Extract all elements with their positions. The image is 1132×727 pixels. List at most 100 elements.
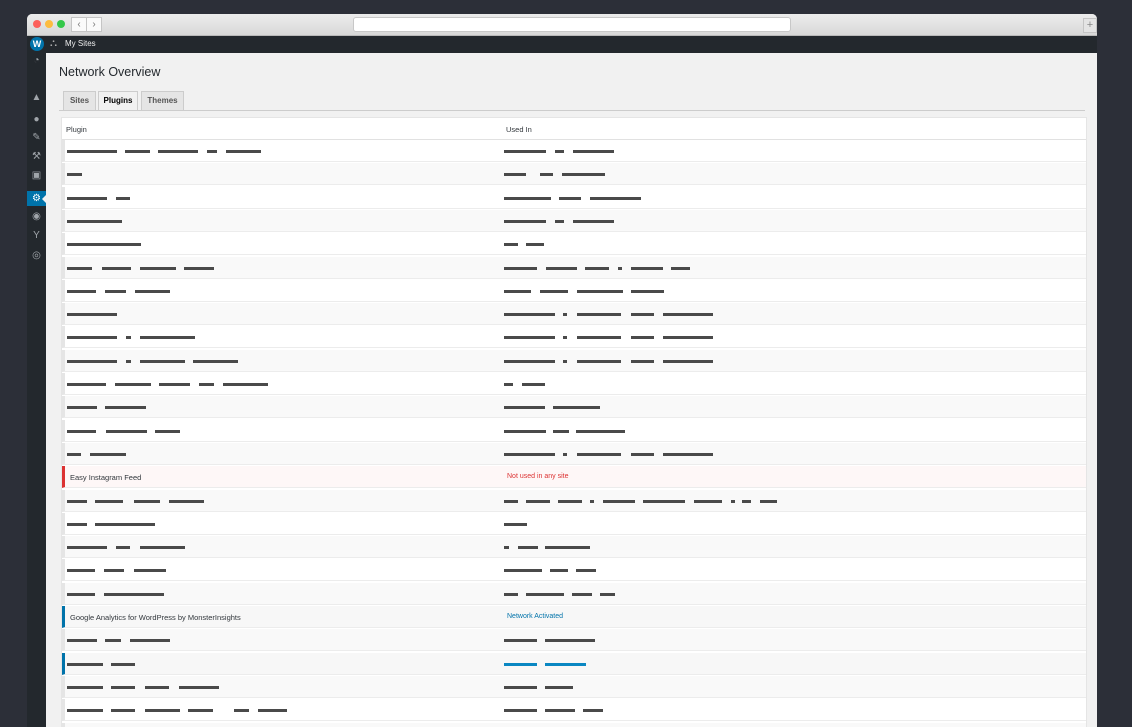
address-bar[interactable] <box>353 17 791 32</box>
table-row[interactable] <box>62 536 1086 558</box>
redacted-site-text[interactable] <box>545 663 586 666</box>
redacted-site-text <box>518 546 538 549</box>
table-row[interactable] <box>62 140 1086 162</box>
table-row[interactable] <box>62 490 1086 512</box>
zoom-window-icon[interactable] <box>57 20 65 28</box>
table-row[interactable] <box>62 443 1086 465</box>
sidebar-item-plugins[interactable]: ⚒ <box>27 149 46 164</box>
redacted-site-text <box>504 173 526 176</box>
redacted-site-text <box>577 336 621 339</box>
close-window-icon[interactable] <box>33 20 41 28</box>
redacted-plugin-text <box>145 686 169 689</box>
tab-plugins[interactable]: Plugins <box>98 91 138 111</box>
redacted-plugin-text <box>67 453 81 456</box>
browser-window: ‹ › + W ⛬ My Sites ◔ ▲ ● ✎ ⚒ ▣ ⚙ ◉ Y ◎ Network Ov… <box>27 14 1097 727</box>
sidebar-item-users[interactable]: ● <box>27 112 46 127</box>
table-row[interactable] <box>62 583 1086 605</box>
table-row[interactable] <box>62 210 1086 232</box>
redacted-site-text <box>631 267 663 270</box>
redacted-plugin-text <box>111 709 135 712</box>
redacted-site-text <box>526 243 544 246</box>
redacted-site-text <box>540 290 568 293</box>
redacted-site-text <box>663 313 713 316</box>
wordpress-logo-icon[interactable]: W <box>30 37 44 51</box>
minimize-window-icon[interactable] <box>45 20 53 28</box>
network-icon[interactable]: ⛬ <box>50 38 57 49</box>
column-header-used-in[interactable]: Used In <box>506 125 532 134</box>
dashboard-icon: ◔ <box>33 55 40 66</box>
redacted-plugin-text <box>179 686 219 689</box>
redacted-site-text <box>526 593 564 596</box>
my-sites-link[interactable]: My Sites <box>65 39 96 48</box>
sidebar-item-dashboard[interactable]: ◔ <box>27 53 46 68</box>
redacted-plugin-text <box>145 709 180 712</box>
redacted-plugin-text <box>67 360 117 363</box>
table-row[interactable] <box>62 350 1086 372</box>
redacted-site-text <box>573 150 614 153</box>
redacted-plugin-text <box>158 150 198 153</box>
redacted-site-text <box>504 336 555 339</box>
used-in-status: Not used in any site <box>507 473 569 480</box>
redacted-site-text <box>631 336 654 339</box>
plugin-name: Google Analytics for WordPress by Monste… <box>70 613 241 622</box>
table-row[interactable] <box>62 396 1086 418</box>
redacted-plugin-text <box>125 150 150 153</box>
sidebar-item-gear[interactable]: ⚙ <box>27 191 46 206</box>
sidebar-item-yoast[interactable]: Y <box>27 228 46 243</box>
redacted-plugin-text <box>67 639 97 642</box>
redacted-plugin-text <box>111 663 135 666</box>
redacted-site-text <box>504 523 527 526</box>
table-row[interactable] <box>62 699 1086 721</box>
redacted-plugin-text <box>223 383 268 386</box>
table-row[interactable] <box>62 629 1086 651</box>
table-row[interactable] <box>62 326 1086 348</box>
table-row[interactable] <box>62 420 1086 442</box>
new-tab-plus-icon[interactable]: + <box>1083 18 1097 33</box>
redacted-site-text <box>504 243 518 246</box>
redacted-site-text[interactable] <box>504 663 537 666</box>
sidebar-item-user-switch[interactable]: ◉ <box>27 209 46 224</box>
redacted-site-text <box>545 639 595 642</box>
redacted-site-text <box>631 360 654 363</box>
table-row[interactable] <box>62 513 1086 535</box>
tab-themes[interactable]: Themes <box>141 91 184 110</box>
redacted-plugin-text <box>115 383 151 386</box>
redacted-plugin-text <box>134 500 160 503</box>
forward-arrow-icon[interactable]: › <box>86 17 102 32</box>
table-row[interactable] <box>62 723 1086 727</box>
sidebar-item-themes[interactable]: ✎ <box>27 130 46 145</box>
back-arrow-icon[interactable]: ‹ <box>71 17 87 32</box>
redacted-plugin-text <box>67 663 103 666</box>
table-row[interactable] <box>62 303 1086 325</box>
redacted-site-text <box>663 360 713 363</box>
table-row[interactable] <box>62 653 1086 675</box>
redacted-plugin-text <box>199 383 214 386</box>
redacted-site-text <box>558 500 582 503</box>
table-row[interactable] <box>62 280 1086 302</box>
table-row[interactable]: Google Analytics for WordPress by Monste… <box>62 606 1086 628</box>
table-row[interactable] <box>62 676 1086 698</box>
redacted-site-text <box>504 593 518 596</box>
redacted-plugin-text <box>105 639 121 642</box>
redacted-plugin-text <box>155 430 180 433</box>
column-header-plugin[interactable]: Plugin <box>66 125 87 134</box>
table-row[interactable] <box>62 373 1086 395</box>
redacted-site-text <box>504 267 537 270</box>
sidebar-item-settings[interactable]: ▣ <box>27 168 46 183</box>
sidebar-item-collapse[interactable]: ◎ <box>27 248 46 263</box>
table-row[interactable] <box>62 257 1086 279</box>
redacted-plugin-text <box>105 406 146 409</box>
redacted-site-text <box>550 569 568 572</box>
redacted-site-text <box>573 220 614 223</box>
sidebar-item-sites[interactable]: ▲ <box>27 90 46 105</box>
table-row[interactable] <box>62 559 1086 581</box>
table-row[interactable]: Easy Instagram Feed Not used in any site <box>62 466 1086 488</box>
table-row[interactable] <box>62 163 1086 185</box>
tab-sites[interactable]: Sites <box>63 91 96 110</box>
table-row[interactable] <box>62 233 1086 255</box>
table-row[interactable] <box>62 187 1086 209</box>
plugins-table: Plugin Used In Easy Instagram Feed Not us… <box>61 117 1087 727</box>
redacted-plugin-text <box>67 430 96 433</box>
redacted-plugin-text <box>104 569 124 572</box>
redacted-site-text <box>504 709 537 712</box>
